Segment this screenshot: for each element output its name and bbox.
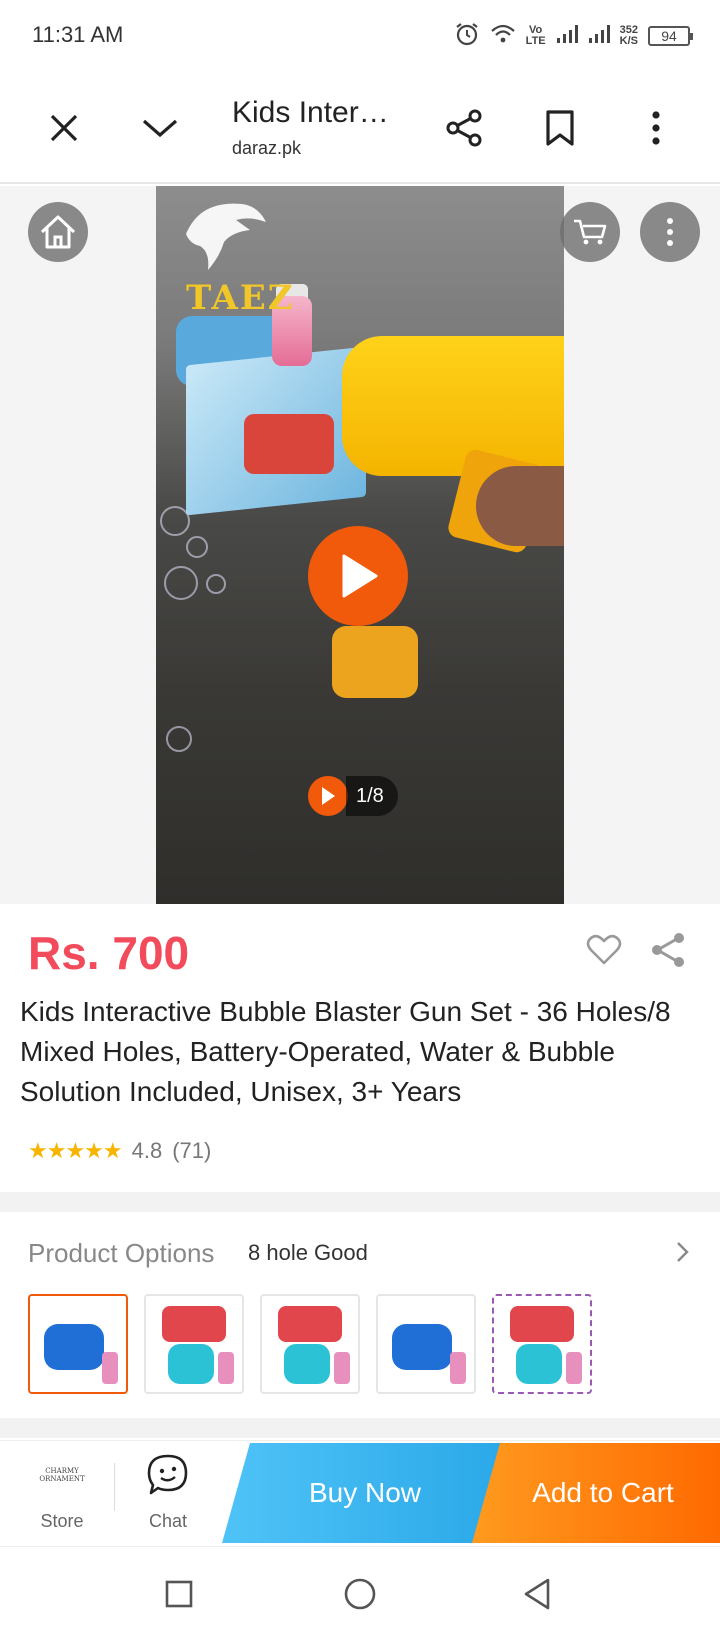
chat-label: Chat — [148, 1511, 188, 1531]
rating-value: 4.8 — [131, 1138, 163, 1163]
home-nav-icon[interactable] — [337, 1571, 383, 1617]
bubble — [164, 566, 198, 600]
bubble — [206, 574, 226, 594]
network-type: Vo LTE — [525, 24, 546, 47]
chevron-down-icon[interactable] — [132, 100, 188, 156]
red-bubble-gun — [244, 414, 334, 474]
option-thumbnails — [28, 1294, 592, 1394]
store-button[interactable]: CHARMY ORNAMENT Store — [22, 1453, 102, 1532]
system-nav-bar — [0, 1546, 720, 1640]
bubble — [166, 726, 192, 752]
bottom-action-bar: CHARMY ORNAMENT Store Chat Buy Now Add t… — [0, 1440, 720, 1544]
product-price: Rs. 700 — [28, 927, 190, 979]
chat-icon — [128, 1453, 208, 1497]
page-title: Kids Inter… — [232, 96, 389, 129]
review-count: (71) — [172, 1138, 212, 1163]
product-title: Kids Interactive Bubble Blaster Gun Set … — [20, 996, 671, 1107]
yellow-cup — [332, 626, 418, 698]
cart-button[interactable] — [560, 202, 620, 262]
home-button[interactable] — [28, 202, 88, 262]
section-divider — [0, 1418, 720, 1438]
browser-toolbar: Kids Inter… daraz.pk — [0, 72, 720, 184]
status-icons: Vo LTE 352 K/S 94 — [454, 20, 693, 52]
rating-row[interactable]: ★★★★★ 4.8 (71) — [28, 1138, 211, 1164]
status-time: 11:31 AM — [32, 22, 124, 47]
alarm-icon — [454, 21, 480, 52]
media-counter: 1/8 — [308, 776, 398, 816]
watermark-text: TAEZ — [186, 278, 295, 318]
watermark-logo-icon — [180, 194, 270, 284]
page-domain: daraz.pk — [232, 138, 302, 158]
option-thumb-3[interactable] — [260, 1294, 360, 1394]
product-video[interactable]: TAEZ 1/8 — [156, 186, 564, 904]
bubble — [186, 536, 208, 558]
product-share-icon[interactable] — [648, 930, 688, 970]
chevron-right-icon[interactable] — [676, 1240, 690, 1271]
play-video-button[interactable] — [308, 526, 408, 626]
store-logo: CHARMY ORNAMENT — [39, 1467, 85, 1483]
option-thumb-4[interactable] — [376, 1294, 476, 1394]
product-options-label[interactable]: Product Options — [28, 1238, 214, 1269]
product-media: TAEZ 1/8 — [0, 186, 720, 904]
rating-stars: ★★★★★ — [28, 1138, 123, 1163]
section-divider — [0, 1192, 720, 1212]
option-thumb-5[interactable] — [492, 1294, 592, 1394]
close-icon[interactable] — [36, 100, 92, 156]
media-more-button[interactable] — [640, 202, 700, 262]
option-thumb-2[interactable] — [144, 1294, 244, 1394]
recents-icon[interactable] — [156, 1571, 202, 1617]
battery-indicator: 94 — [648, 26, 693, 46]
wifi-icon — [490, 23, 516, 50]
signal-icon-2 — [588, 24, 610, 49]
chat-button[interactable]: Chat — [128, 1453, 208, 1532]
buy-now-button[interactable]: Buy Now — [222, 1443, 508, 1543]
option-thumb-1[interactable] — [28, 1294, 128, 1394]
wishlist-heart-icon[interactable] — [584, 930, 624, 970]
divider — [114, 1463, 115, 1511]
media-counter-text: 1/8 — [346, 776, 398, 816]
status-bar: 11:31 AM Vo LTE 352 K/S 94 — [0, 0, 720, 72]
more-vertical-icon[interactable] — [628, 100, 684, 156]
product-options-value[interactable]: 8 hole Good — [248, 1240, 368, 1266]
bubble — [160, 506, 190, 536]
back-icon[interactable] — [514, 1571, 560, 1617]
bookmark-icon[interactable] — [532, 100, 588, 156]
add-to-cart-button[interactable]: Add to Cart — [472, 1443, 720, 1543]
play-icon — [308, 776, 348, 816]
signal-icon-1 — [556, 24, 578, 49]
hand — [476, 466, 564, 546]
network-speed: 352 K/S — [619, 24, 638, 47]
store-label: Store — [40, 1511, 84, 1531]
yellow-bubble-gun — [342, 336, 564, 476]
share-icon[interactable] — [436, 100, 492, 156]
